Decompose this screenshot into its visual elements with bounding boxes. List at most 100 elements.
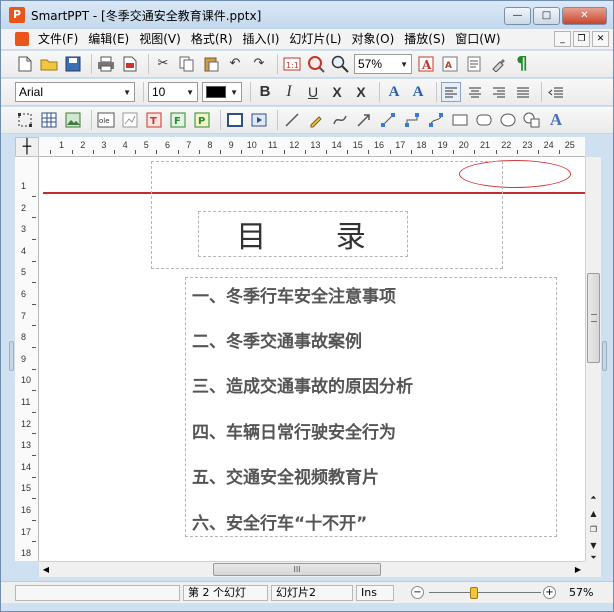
- text-art-icon[interactable]: A: [546, 110, 566, 130]
- print-icon[interactable]: [96, 54, 116, 74]
- font-color-select[interactable]: ▼: [202, 82, 242, 102]
- zoom-in-button[interactable]: +: [543, 586, 556, 599]
- close-button[interactable]: ✕: [562, 7, 607, 25]
- zoom-slider-thumb[interactable]: [469, 587, 478, 599]
- pencil-tool-icon[interactable]: [306, 110, 326, 130]
- vertical-scrollbar[interactable]: ⏶ ▲ ❐ ▼ ⏷: [585, 157, 601, 562]
- italic-button[interactable]: I: [279, 82, 299, 102]
- text-style-icon[interactable]: A: [440, 54, 460, 74]
- title-bar[interactable]: P SmartPPT - [冬季交通安全教育课件.pptx] — □ ✕: [1, 1, 613, 29]
- next-slide-button[interactable]: ▼: [587, 539, 600, 553]
- zoom-region-icon[interactable]: [306, 54, 326, 74]
- export-pdf-icon[interactable]: [120, 54, 140, 74]
- scroll-right-arrow-icon[interactable]: ▶: [571, 563, 585, 576]
- previous-slide-button[interactable]: ▲: [587, 507, 600, 521]
- new-file-icon[interactable]: [15, 54, 35, 74]
- paragraph-icon[interactable]: ¶: [512, 54, 532, 74]
- grow-font-button[interactable]: A: [384, 82, 404, 102]
- first-slide-button[interactable]: ⏶: [587, 491, 600, 505]
- doc-restore-button[interactable]: ❐: [573, 31, 590, 47]
- menu-play[interactable]: 播放(S): [399, 29, 450, 50]
- horizontal-ruler[interactable]: 1 2 3 4 5 6 7 8 9 10 11 12 13 14 15 16 17 18 19 20 21 22 23 24 2…: [39, 137, 585, 157]
- connector-tool-icon[interactable]: [378, 110, 398, 130]
- menu-slide[interactable]: 幻灯片(L): [284, 29, 346, 50]
- menu-file[interactable]: 文件(F): [33, 29, 83, 50]
- bold-button[interactable]: B: [255, 82, 275, 102]
- insert-slide-icon[interactable]: [225, 110, 245, 130]
- redo-icon[interactable]: ↷: [249, 54, 269, 74]
- scroll-left-arrow-icon[interactable]: ◀: [39, 563, 53, 576]
- copy-icon[interactable]: [177, 54, 197, 74]
- menu-format[interactable]: 格式(R): [186, 29, 238, 50]
- elbow-connector-icon[interactable]: [402, 110, 422, 130]
- menu-object[interactable]: 对象(O): [346, 29, 399, 50]
- curve-tool-icon[interactable]: [330, 110, 350, 130]
- ruler-corner-icon[interactable]: ┼: [15, 137, 39, 157]
- save-icon[interactable]: [63, 54, 83, 74]
- rectangle-tool-icon[interactable]: [450, 110, 470, 130]
- zoom-select[interactable]: 57% ▼: [354, 54, 412, 74]
- shrink-font-button[interactable]: A: [408, 82, 428, 102]
- rounded-rectangle-icon[interactable]: [474, 110, 494, 130]
- minimize-button[interactable]: —: [504, 7, 531, 25]
- curved-connector-icon[interactable]: [426, 110, 446, 130]
- left-panel-grip[interactable]: [9, 341, 14, 371]
- text-list-icon[interactable]: [464, 54, 484, 74]
- text-color-icon[interactable]: A: [416, 54, 436, 74]
- double-strike-button[interactable]: X: [351, 82, 371, 102]
- toolbar-separator: [541, 82, 542, 102]
- align-left-icon[interactable]: [441, 82, 461, 102]
- insert-chart-icon[interactable]: [120, 110, 140, 130]
- insert-mode-status[interactable]: Ins: [356, 584, 394, 601]
- content-text-box[interactable]: 一、冬季行车安全注意事项 二、冬季交通事故案例 三、造成交通事故的原因分析 四、…: [185, 277, 557, 537]
- insert-frame-icon[interactable]: F: [168, 110, 188, 130]
- justify-icon[interactable]: [513, 82, 533, 102]
- align-right-icon[interactable]: [489, 82, 509, 102]
- ruler-tick: [495, 150, 497, 154]
- menu-insert[interactable]: 插入(I): [238, 29, 285, 50]
- ruler-number: 24: [543, 140, 554, 150]
- actual-size-icon[interactable]: 1:1: [282, 54, 302, 74]
- decrease-indent-icon[interactable]: [546, 82, 566, 102]
- underline-button[interactable]: U: [303, 82, 323, 102]
- strikethrough-button[interactable]: X: [327, 82, 347, 102]
- ruler-tick: [32, 303, 36, 305]
- maximize-button[interactable]: □: [533, 7, 560, 25]
- ellipse-tool-icon[interactable]: [498, 110, 518, 130]
- menu-window[interactable]: 窗口(W): [450, 29, 505, 50]
- format-painter-icon[interactable]: [488, 54, 508, 74]
- slide-canvas[interactable]: 目 录 一、冬季行车安全注意事项 二、冬季交通事故案例 三、造成交通事故的原因分…: [39, 157, 585, 561]
- shapes-tool-icon[interactable]: [522, 110, 542, 130]
- select-frame-icon[interactable]: [15, 110, 35, 130]
- arrow-tool-icon[interactable]: [354, 110, 374, 130]
- vertical-scroll-thumb[interactable]: [587, 273, 600, 363]
- horizontal-scrollbar[interactable]: ◀ III ▶: [39, 561, 585, 577]
- insert-media-icon[interactable]: [249, 110, 269, 130]
- paste-icon[interactable]: [201, 54, 221, 74]
- insert-textbox-icon[interactable]: T: [144, 110, 164, 130]
- horizontal-scroll-thumb[interactable]: III: [213, 563, 381, 576]
- font-size-select[interactable]: 10 ▼: [148, 82, 198, 102]
- align-center-icon[interactable]: [465, 82, 485, 102]
- line-tool-icon[interactable]: [282, 110, 302, 130]
- magnifier-icon[interactable]: [330, 54, 350, 74]
- open-folder-icon[interactable]: [39, 54, 59, 74]
- document-icon[interactable]: [15, 32, 29, 46]
- zoom-out-button[interactable]: −: [411, 586, 424, 599]
- font-name-select[interactable]: Arial ▼: [15, 82, 135, 102]
- doc-close-button[interactable]: ✕: [592, 31, 609, 47]
- insert-placeholder-icon[interactable]: P: [192, 110, 212, 130]
- menu-view[interactable]: 视图(V): [134, 29, 186, 50]
- right-panel-grip[interactable]: [602, 341, 607, 371]
- insert-ole-icon[interactable]: ole: [96, 110, 116, 130]
- vertical-ruler[interactable]: 1 2 3 4 5 6 7 8 9 10 11 12 13 14 15 16 17 18: [15, 157, 39, 561]
- cut-icon[interactable]: ✂: [153, 54, 173, 74]
- menu-edit[interactable]: 编辑(E): [83, 29, 134, 50]
- insert-image-icon[interactable]: [63, 110, 83, 130]
- doc-minimize-button[interactable]: _: [554, 31, 571, 47]
- zoom-slider-track[interactable]: [429, 592, 541, 593]
- insert-table-icon[interactable]: [39, 110, 59, 130]
- title-text-box[interactable]: 目 录: [198, 211, 408, 257]
- slide-window-button[interactable]: ❐: [587, 523, 600, 537]
- undo-icon[interactable]: ↶: [225, 54, 245, 74]
